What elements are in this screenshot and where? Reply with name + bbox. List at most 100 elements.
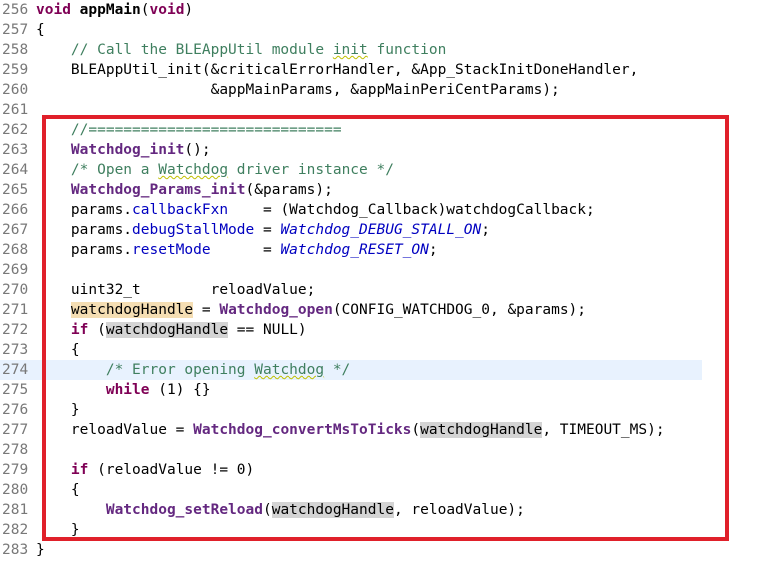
line-number: 275 — [2, 382, 29, 398]
code-editor[interactable]: 256 void appMain(void) 257{258 // Call the… — [0, 0, 777, 575]
code-text: void appMain(void) — [36, 0, 193, 20]
code-line[interactable]: 273 { — [0, 340, 777, 360]
code-token: Watchdog_Params_init — [70, 182, 246, 198]
code-text: { — [36, 480, 80, 500]
code-text: } — [36, 400, 80, 420]
code-text: params.resetMode = Watchdog_RESET_ON; — [36, 240, 438, 260]
code-token: /* Error opening — [105, 362, 255, 378]
code-line[interactable]: 264 /* Open a Watchdog driver instance *… — [0, 160, 777, 180]
code-text: while (1) {} — [36, 380, 211, 400]
code-line[interactable]: 270 uint32_t reloadValue; — [0, 280, 777, 300]
code-line[interactable]: 275 while (1) {} — [0, 380, 777, 400]
line-number: 259 — [2, 62, 29, 78]
code-token: if — [70, 322, 89, 338]
code-text: // Call the BLEAppUtil module init funct… — [36, 40, 446, 60]
code-token: ) — [184, 2, 194, 18]
line-number: 260 — [2, 82, 29, 98]
code-line[interactable]: 278 — [0, 440, 777, 460]
code-token: params. — [36, 242, 133, 258]
code-text: params.debugStallMode = Watchdog_DEBUG_S… — [36, 220, 490, 240]
code-line[interactable]: 274 /* Error opening Watchdog */ — [0, 360, 702, 380]
code-text: Watchdog_setReload(watchdogHandle, reloa… — [36, 500, 525, 520]
code-text: watchdogHandle = Watchdog_open(CONFIG_WA… — [36, 300, 586, 320]
code-token: params. — [36, 222, 133, 238]
code-token: ( — [140, 2, 150, 18]
code-line[interactable]: 256 void appMain(void) — [0, 0, 777, 20]
code-token: //============================= — [70, 122, 342, 138]
code-token: params. — [36, 202, 133, 218]
code-line[interactable]: 258 // Call the BLEAppUtil module init f… — [0, 40, 777, 60]
code-token: BLEAppUtil_init(&criticalErrorHandler, &… — [36, 62, 639, 78]
code-token: Watchdog_init — [70, 142, 185, 158]
code-text: if (watchdogHandle == NULL) — [36, 320, 307, 340]
code-token: = (Watchdog_Callback)watchdogCallback; — [228, 202, 595, 218]
line-number: 279 — [2, 462, 29, 478]
code-token: } — [36, 542, 45, 558]
code-line[interactable]: 257 { — [0, 20, 777, 40]
code-line[interactable]: 276 } — [0, 400, 777, 420]
code-line[interactable]: 262 //============================= — [0, 120, 777, 140]
code-token: ( — [88, 322, 106, 338]
code-line[interactable]: 261 — [0, 100, 777, 120]
code-token: ( — [262, 502, 272, 518]
code-line[interactable]: 259 BLEAppUtil_init(&criticalErrorHandle… — [0, 60, 777, 80]
code-token: appMain — [79, 2, 141, 18]
code-line[interactable]: 279 if (reloadValue != 0) — [0, 460, 777, 480]
code-line[interactable]: 283} — [0, 540, 777, 560]
line-number: 270 — [2, 282, 29, 298]
code-text: uint32_t reloadValue; — [36, 280, 315, 300]
line-number: 274 — [2, 362, 29, 378]
line-number: 266 — [2, 202, 29, 218]
code-token: = — [254, 222, 281, 238]
code-token: debugStallMode — [132, 222, 255, 238]
code-text: } — [36, 520, 80, 540]
code-line[interactable]: 269 — [0, 260, 777, 280]
code-token: watchdogHandle — [70, 302, 194, 318]
code-token: */ — [324, 362, 351, 378]
code-text: if (reloadValue != 0) — [36, 460, 254, 480]
code-token: = — [210, 242, 281, 258]
code-line[interactable]: 282 } — [0, 520, 777, 540]
code-token: void — [149, 2, 185, 18]
code-token: (&params); — [245, 182, 333, 198]
code-token: resetMode — [132, 242, 211, 258]
code-text: Watchdog_Params_init(&params); — [36, 180, 333, 200]
code-line[interactable]: 260 &appMainParams, &appMainPeriCentPara… — [0, 80, 777, 100]
code-token: { — [36, 342, 80, 358]
code-line[interactable]: 268 params.resetMode = Watchdog_RESET_ON… — [0, 240, 777, 260]
code-line[interactable]: 271 watchdogHandle = Watchdog_open(CONFI… — [0, 300, 777, 320]
code-line[interactable]: 280 { — [0, 480, 777, 500]
code-token: /* Open a — [70, 162, 159, 178]
code-token: uint32_t reloadValue; — [36, 282, 316, 298]
code-line[interactable]: 281 Watchdog_setReload(watchdogHandle, r… — [0, 500, 777, 520]
code-token: function — [367, 42, 447, 58]
code-token: ; — [481, 222, 490, 238]
code-line[interactable]: 267 params.debugStallMode = Watchdog_DEB… — [0, 220, 777, 240]
line-number: 282 — [2, 522, 29, 538]
code-token: { — [36, 22, 45, 38]
line-number: 281 — [2, 502, 29, 518]
code-text: reloadValue = Watchdog_convertMsToTicks(… — [36, 420, 665, 440]
code-line[interactable]: 263 Watchdog_init(); — [0, 140, 777, 160]
code-line[interactable]: 265 Watchdog_Params_init(&params); — [0, 180, 777, 200]
code-line[interactable]: 266 params.callbackFxn = (Watchdog_Callb… — [0, 200, 777, 220]
line-number: 283 — [2, 542, 29, 558]
line-number: 278 — [2, 442, 29, 458]
line-number: 264 — [2, 162, 29, 178]
code-token: while — [105, 382, 150, 398]
code-token: Watchdog_setReload — [105, 502, 263, 518]
code-token: = — [193, 302, 220, 318]
code-token: ; — [428, 242, 438, 258]
code-token: { — [36, 482, 80, 498]
code-text: /* Error opening Watchdog */ — [36, 360, 350, 380]
code-line[interactable]: 272 if (watchdogHandle == NULL) — [0, 320, 777, 340]
code-line[interactable]: 277 reloadValue = Watchdog_convertMsToTi… — [0, 420, 777, 440]
